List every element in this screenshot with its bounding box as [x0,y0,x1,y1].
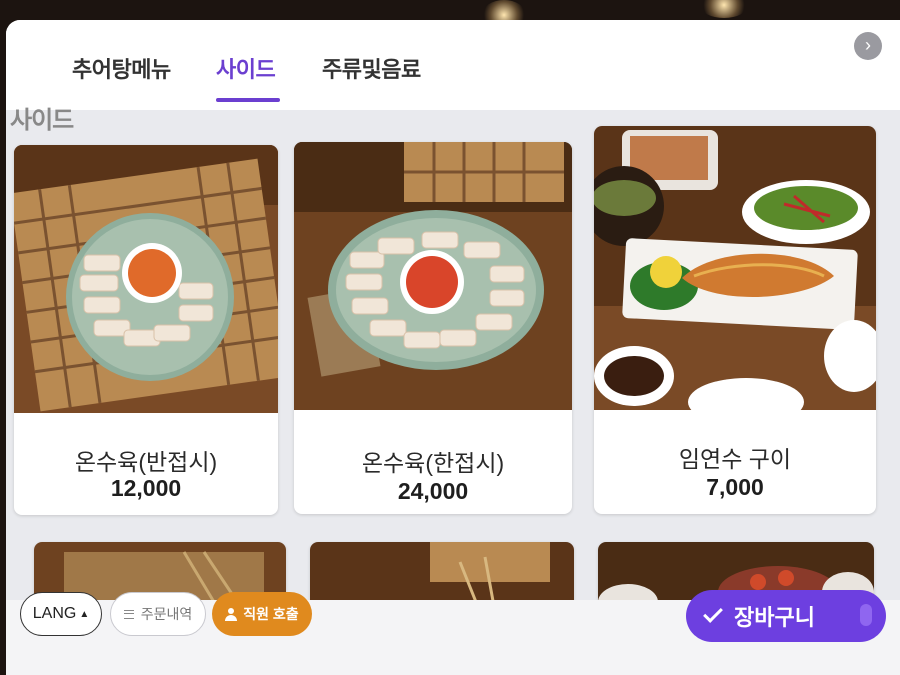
language-label: LANG [32,605,77,622]
cart-label: 장바구니 [734,605,815,630]
language-button[interactable]: LANG ▲ [20,592,102,636]
chevron-right-icon[interactable]: › [854,32,882,60]
active-tab-indicator [216,98,280,102]
mic-icon [860,604,872,626]
tab-drinks[interactable]: 주류및음료 [322,52,421,84]
menu-card[interactable]: 임연수 구이 7,000 [594,126,876,514]
menu-item-name: 온수육(반접시) [74,449,218,475]
menu-item-photo [294,142,572,410]
call-staff-label: 직원 호출 [243,606,299,622]
tab-side[interactable]: 사이드 [216,52,276,84]
menu-item-photo [14,145,278,413]
order-history-button[interactable]: 주문내역 [110,592,206,636]
menu-item-price: 7,000 [706,474,764,500]
cart-button[interactable]: 장바구니 [686,590,886,642]
section-title: 사이드 [10,107,74,134]
caret-up-icon: ▲ [79,608,90,620]
check-icon [703,603,723,623]
list-icon [123,609,134,619]
menu-card[interactable]: 온수육(반접시) 12,000 [14,145,278,515]
menu-item-price: 12,000 [110,475,182,501]
menu-card[interactable]: 온수육(한접시) 24,000 [294,142,572,514]
order-history-label: 주문내역 [140,606,193,622]
menu-item-name: 임연수 구이 [678,446,792,472]
tab-chueotang-menu[interactable]: 추어탕메뉴 [72,52,171,84]
ambient-light [700,0,748,18]
menu-item-name: 온수육(한접시) [361,450,505,476]
kiosk-screen: 추어탕메뉴 사이드 주류및음료 › 사이드 온수육(반접시) 12,000 온수… [6,20,900,675]
call-staff-button[interactable]: 직원 호출 [212,592,312,636]
menu-item-price: 24,000 [397,478,469,504]
category-tab-bar: 추어탕메뉴 사이드 주류및음료 › [6,20,900,110]
menu-item-photo [594,126,876,410]
person-icon [225,607,238,621]
